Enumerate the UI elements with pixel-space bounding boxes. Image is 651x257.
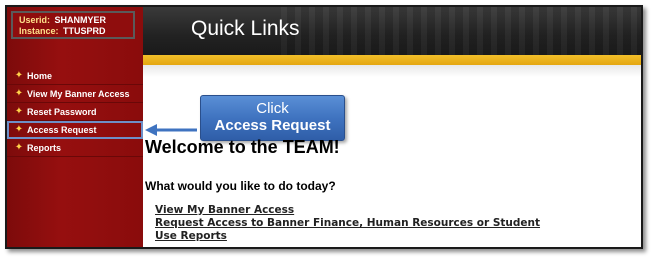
instance-line: Instance: TTUSPRD bbox=[19, 26, 133, 37]
prompt-question: What would you like to do today? bbox=[145, 179, 336, 193]
header-texture bbox=[281, 7, 641, 55]
page-header: Quick Links bbox=[143, 7, 641, 55]
sidebar-item-label: View My Banner Access bbox=[27, 88, 130, 99]
sidebar-item-label: Reset Password bbox=[27, 106, 97, 117]
sidebar-item-label: Access Request bbox=[27, 124, 97, 135]
page-title: Quick Links bbox=[191, 17, 300, 40]
content-shade bbox=[143, 65, 641, 77]
user-info-box: Userid: SHANMYER Instance: TTUSPRD bbox=[11, 11, 135, 39]
userid-line: Userid: SHANMYER bbox=[19, 15, 133, 26]
link-view-my-banner-access[interactable]: View My Banner Access bbox=[155, 204, 540, 217]
instruction-callout: Click Access Request bbox=[200, 95, 345, 141]
sidebar-item-reset-password[interactable]: ✦ Reset Password bbox=[7, 103, 143, 121]
userid-value: SHANMYER bbox=[54, 15, 107, 25]
star-bullet-icon: ✦ bbox=[14, 70, 24, 81]
userid-label: Userid: bbox=[19, 15, 51, 25]
sidebar-item-home[interactable]: ✦ Home bbox=[7, 67, 143, 85]
star-bullet-icon: ✦ bbox=[14, 88, 24, 99]
link-request-access[interactable]: Request Access to Banner Finance, Human … bbox=[155, 217, 540, 230]
sidebar-item-view-my-banner-access[interactable]: ✦ View My Banner Access bbox=[7, 85, 143, 103]
quick-links-list: View My Banner Access Request Access to … bbox=[155, 204, 540, 243]
callout-line2: Access Request bbox=[214, 117, 331, 134]
sidebar-item-label: Home bbox=[27, 70, 53, 81]
link-use-reports[interactable]: Use Reports bbox=[155, 230, 540, 243]
header-accent-bar bbox=[143, 55, 641, 65]
instance-label: Instance: bbox=[19, 26, 59, 36]
welcome-heading: Welcome to the TEAM! bbox=[145, 137, 340, 157]
star-bullet-icon: ✦ bbox=[14, 142, 24, 153]
callout-line1: Click bbox=[256, 100, 289, 117]
screenshot-frame: Userid: SHANMYER Instance: TTUSPRD ✦ Hom… bbox=[5, 5, 643, 249]
sidebar-item-label: Reports bbox=[27, 142, 62, 153]
star-bullet-icon: ✦ bbox=[14, 106, 24, 117]
sidebar: Userid: SHANMYER Instance: TTUSPRD ✦ Hom… bbox=[7, 7, 143, 247]
sidebar-item-reports[interactable]: ✦ Reports bbox=[7, 139, 143, 157]
star-bullet-icon: ✦ bbox=[14, 124, 24, 135]
sidebar-nav: ✦ Home ✦ View My Banner Access ✦ Reset P… bbox=[7, 67, 143, 157]
left-arrow-icon bbox=[145, 124, 197, 136]
sidebar-item-access-request[interactable]: ✦ Access Request bbox=[7, 121, 143, 139]
instance-value: TTUSPRD bbox=[63, 26, 106, 36]
